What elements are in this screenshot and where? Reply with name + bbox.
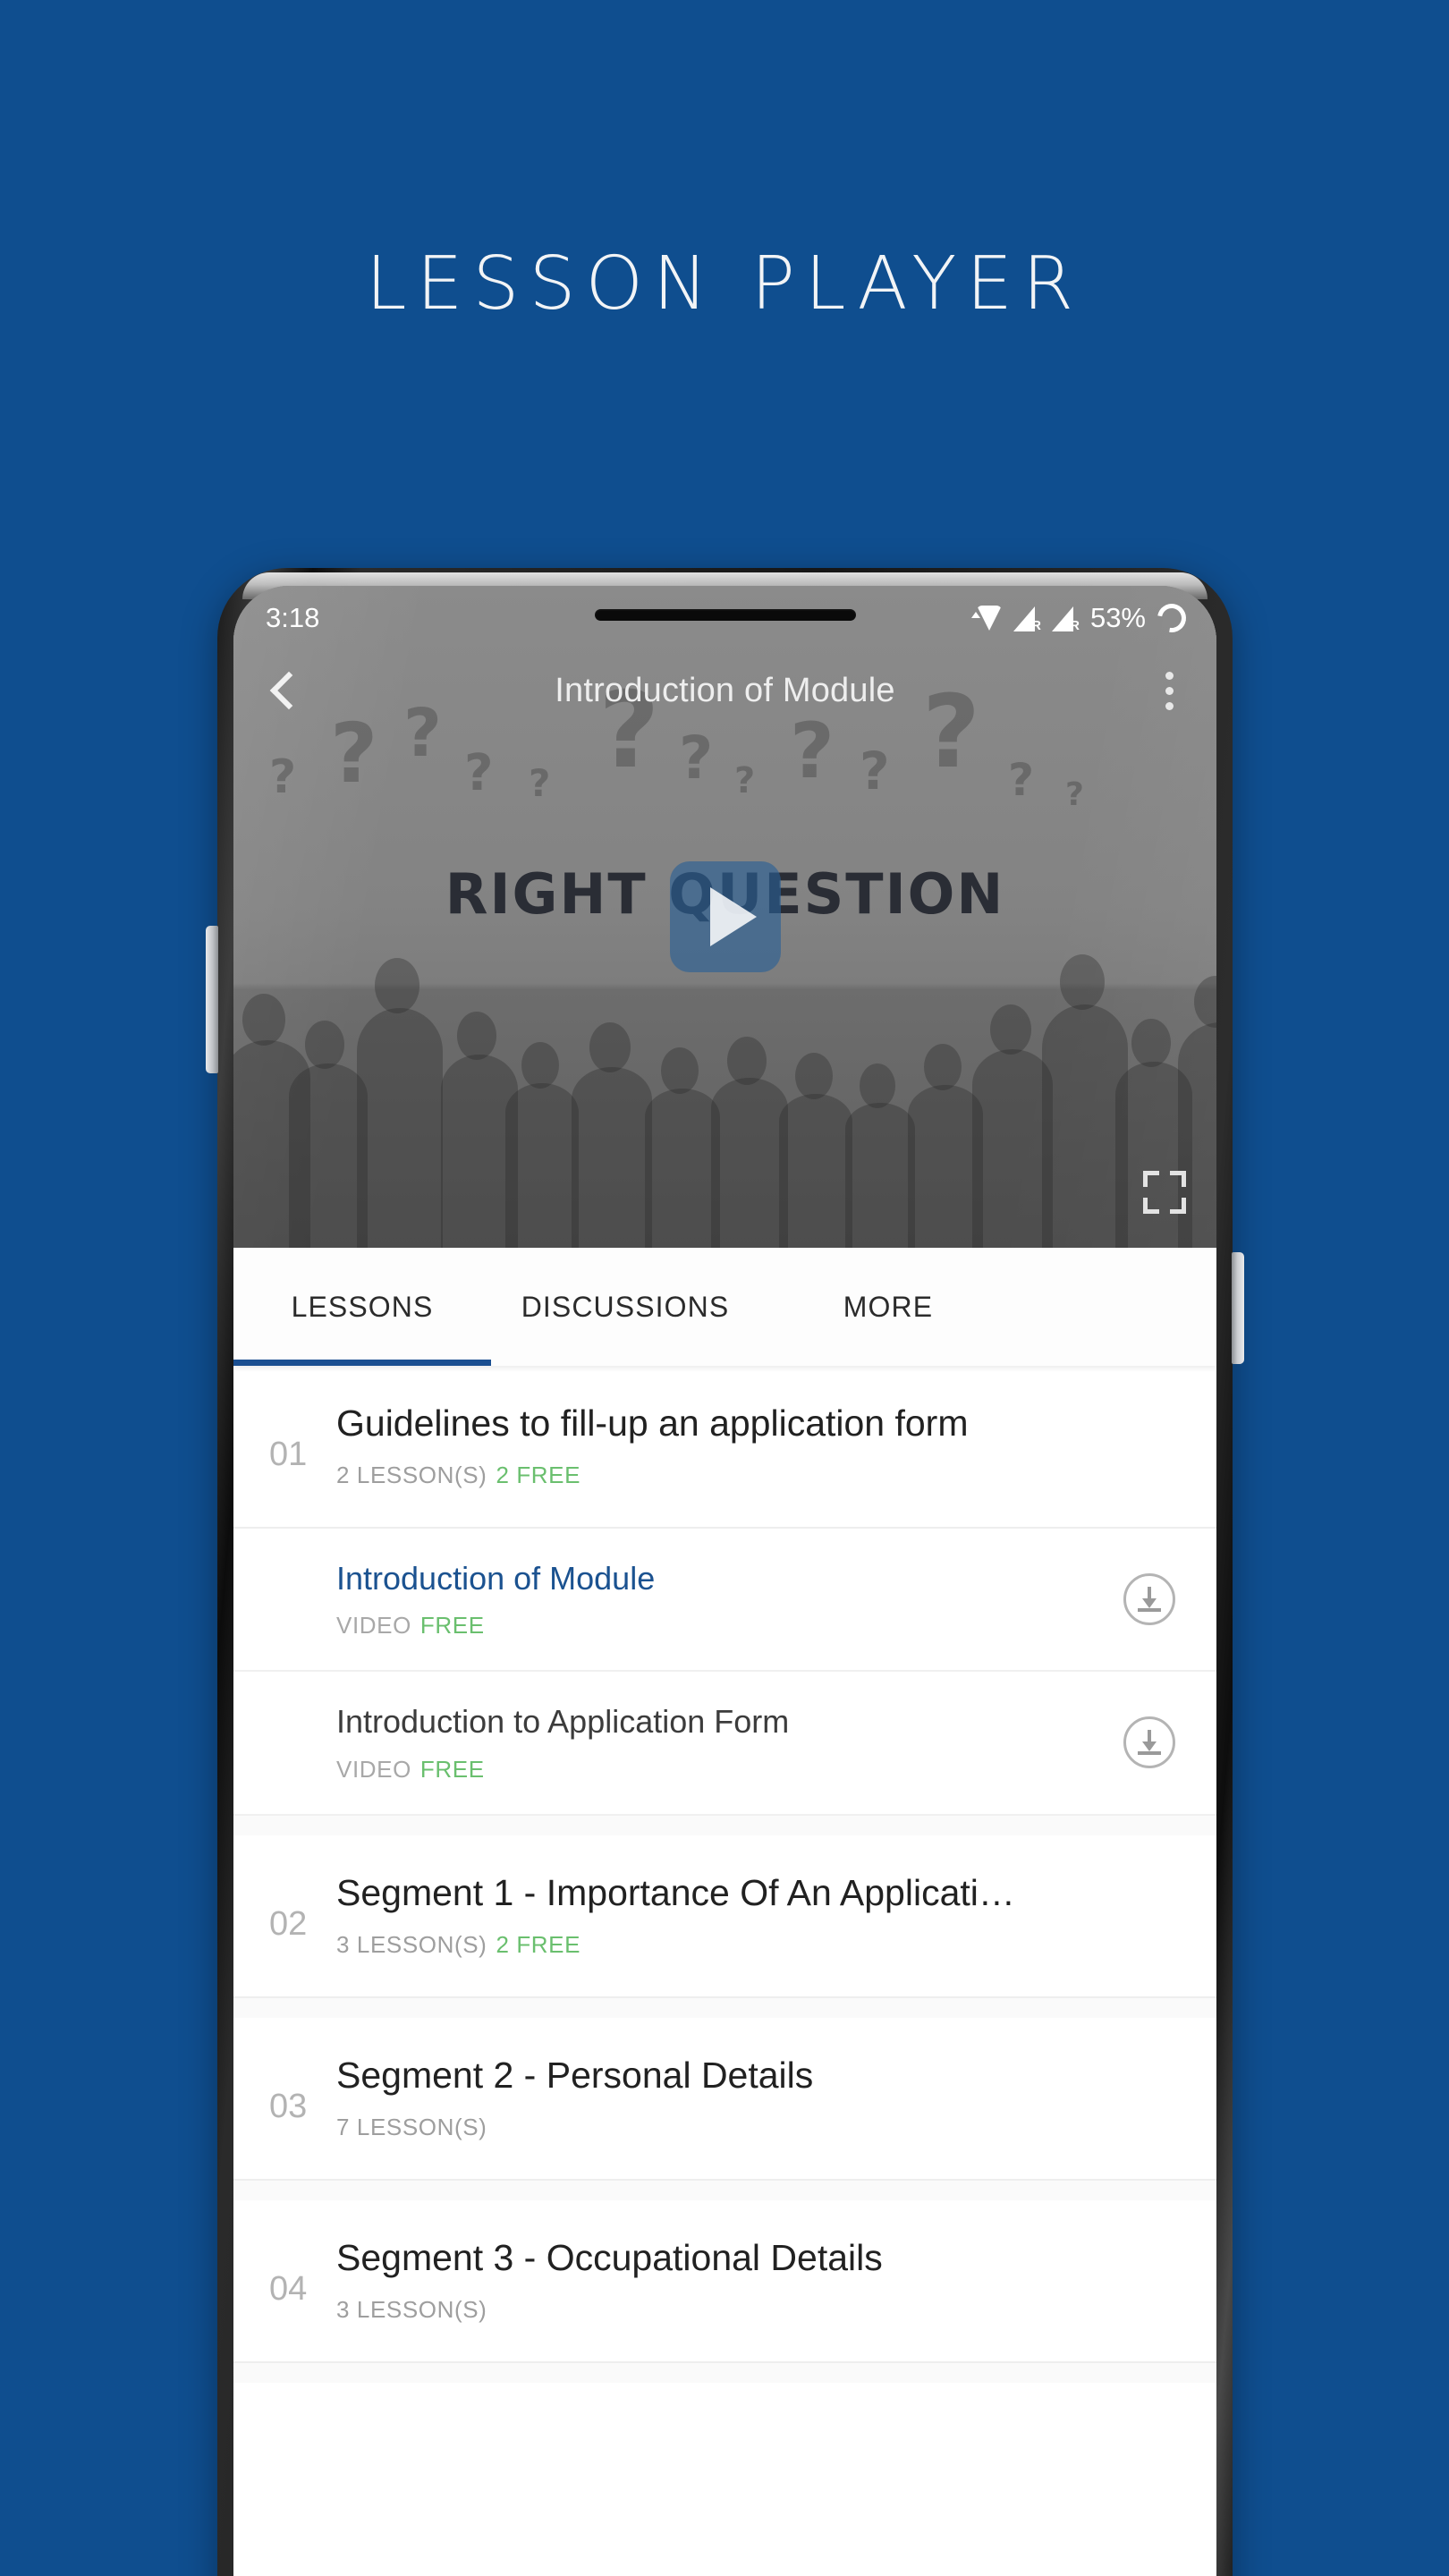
tab-discussions-label: DISCUSSIONS [521,1290,730,1323]
section-number: 02 [269,1904,308,1943]
section-meta: 2 LESSON(S) 2 FREE [336,1462,1181,1489]
volume-button[interactable] [206,926,218,1073]
battery-percent: 53% [1089,602,1146,633]
section-lesson-count: 3 LESSON(S) [336,1930,487,1958]
lesson-title: Introduction of Module [336,1560,656,1597]
roaming-label: R [1031,618,1041,633]
status-time: 3:18 [266,602,320,633]
tab-more-label: MORE [843,1290,934,1323]
fullscreen-icon[interactable] [1143,1171,1186,1214]
lesson-row[interactable]: Introduction of Module VIDEO FREE [233,1529,1216,1673]
signal-roaming-icon: R [1013,605,1041,633]
section-divider [233,1997,1216,2018]
lesson-type: VIDEO [336,1612,411,1640]
section-meta: 7 LESSON(S) [336,2114,1181,2141]
tab-discussions[interactable]: DISCUSSIONS [491,1248,759,1366]
section-number: 01 [269,1436,308,1473]
lesson-meta: VIDEO FREE [336,1612,1123,1640]
section-number: 03 [269,2087,308,2125]
app-screen: ? ? ? ? ? ? ? ? ? ? ? ? ? RIGHT QUESTION [233,586,1216,2576]
back-chevron-icon[interactable] [257,666,305,715]
download-icon[interactable] [1123,1573,1175,1626]
section-row[interactable]: 02 Segment 1 - Importance Of An Applicat… [233,1835,1216,1998]
video-player[interactable]: ? ? ? ? ? ? ? ? ? ? ? ? ? RIGHT QUESTION [233,586,1216,1248]
section-divider [233,1815,1216,1835]
kebab-menu-icon[interactable] [1145,671,1193,710]
section-lesson-count: 7 LESSON(S) [336,2113,487,2140]
section-lesson-count: 3 LESSON(S) [336,2296,487,2324]
lesson-meta: VIDEO FREE [336,1756,1123,1784]
tab-lessons[interactable]: LESSONS [233,1248,491,1366]
page-title: LESSON PLAYER [365,242,1084,326]
section-free-count: 2 FREE [496,1930,581,1958]
earpiece-speaker [594,609,856,621]
section-divider [233,2363,1216,2384]
signal-roaming-icon-2: R [1051,605,1080,633]
crowd-silhouettes [233,953,1216,1248]
section-meta: 3 LESSON(S) [336,2296,1181,2324]
section-title: Segment 2 - Personal Details [336,2054,814,2096]
video-app-bar: Introduction of Module [233,650,1216,731]
section-title: Guidelines to fill-up an application for… [336,1402,969,1444]
status-icons: R R 53% [970,597,1192,639]
section-row[interactable]: 01 Guidelines to fill-up an application … [233,1366,1216,1530]
roaming-label-2: R [1070,618,1080,633]
lesson-title: Introduction to Application Form [336,1703,790,1741]
play-icon[interactable] [669,861,781,972]
section-lesson-count: 2 LESSON(S) [336,1462,487,1489]
phone-frame: ? ? ? ? ? ? ? ? ? ? ? ? ? RIGHT QUESTION [206,568,1244,2576]
power-button[interactable] [1232,1252,1244,1364]
tab-bar: LESSONS DISCUSSIONS MORE [233,1248,1216,1366]
section-meta: 3 LESSON(S) 2 FREE [336,1931,1181,1959]
lesson-row[interactable]: Introduction to Application Form VIDEO FR… [233,1672,1216,1816]
video-title: Introduction of Module [555,671,895,709]
lesson-price: FREE [419,1612,485,1640]
lesson-list: 01 Guidelines to fill-up an application … [233,1366,1216,2384]
battery-icon [1151,597,1192,639]
wifi-icon [970,605,1002,631]
section-number: 04 [269,2269,308,2308]
tab-lessons-label: LESSONS [291,1290,434,1323]
section-divider [233,2180,1216,2200]
section-title: Segment 3 - Occupational Details [336,2236,883,2278]
download-icon[interactable] [1123,1716,1175,1769]
section-title: Segment 1 - Importance Of An Applicati… [336,1871,1015,1913]
phone-screen-bezel: ? ? ? ? ? ? ? ? ? ? ? ? ? RIGHT QUESTION [233,586,1216,2576]
lesson-price: FREE [419,1755,485,1783]
section-row[interactable]: 03 Segment 2 - Personal Details 7 LESSON… [233,2018,1216,2181]
lesson-type: VIDEO [336,1755,411,1783]
section-row[interactable]: 04 Segment 3 - Occupational Details 3 LE… [233,2200,1216,2364]
tab-more[interactable]: MORE [759,1248,1017,1366]
section-free-count: 2 FREE [496,1462,581,1489]
